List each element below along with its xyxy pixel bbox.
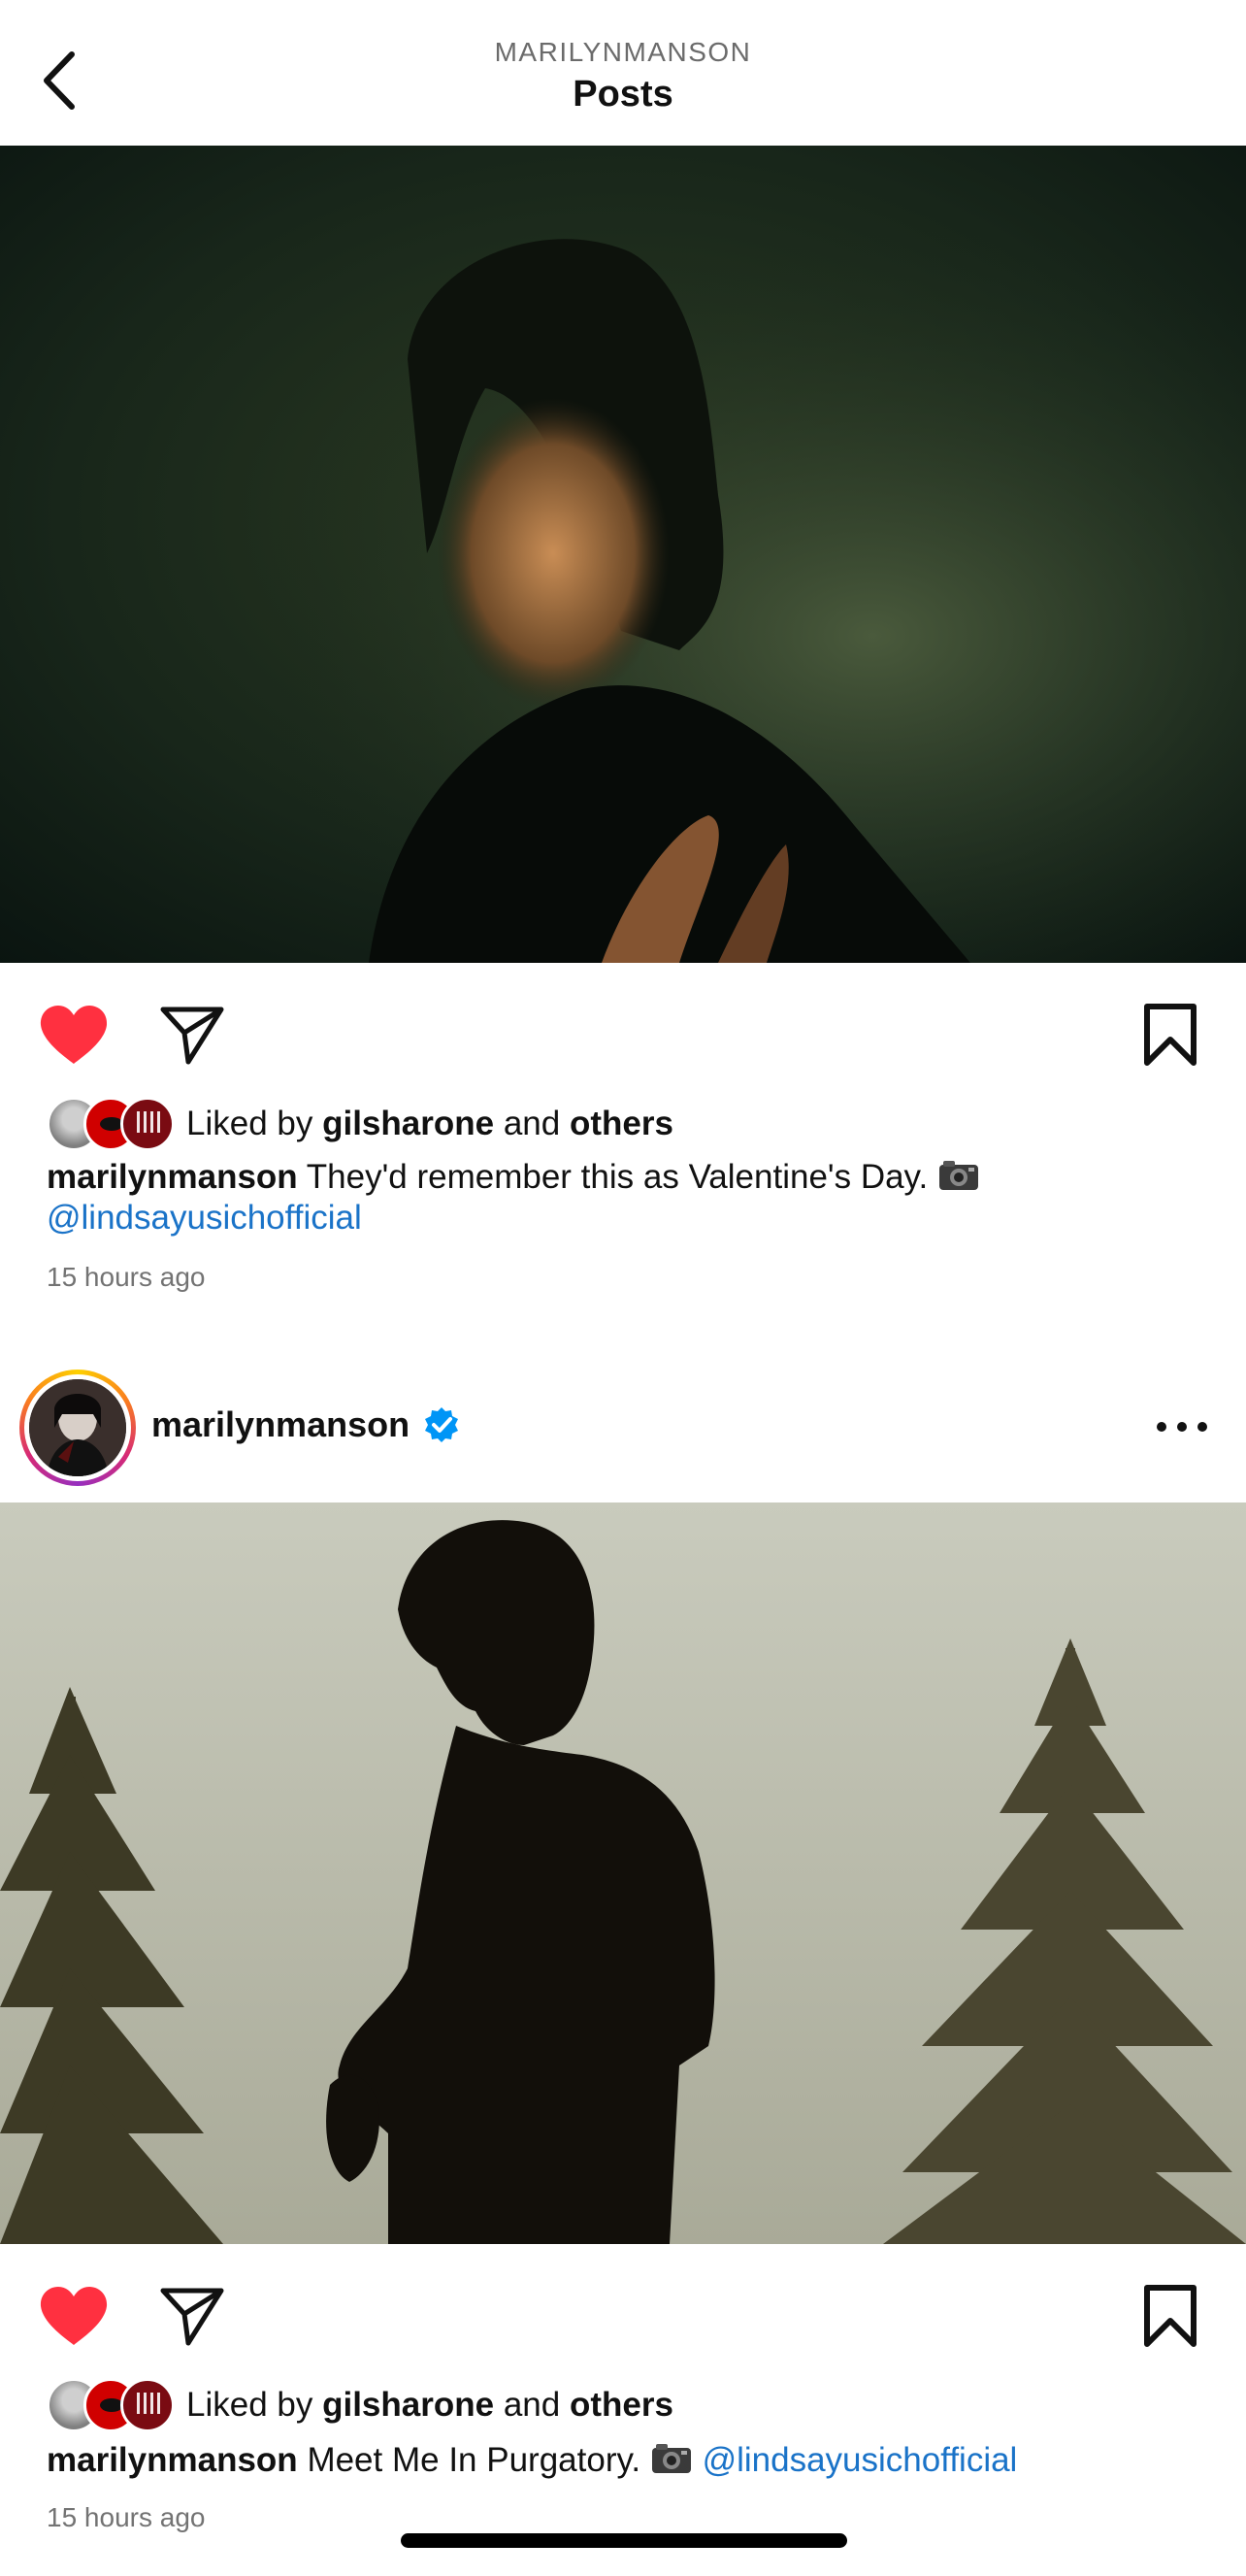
post-image-1[interactable]	[0, 146, 1246, 963]
liked-by-row[interactable]: Liked by gilsharone and others	[47, 2378, 673, 2432]
home-indicator[interactable]	[401, 2533, 847, 2548]
post-image-2[interactable]	[0, 1503, 1246, 2244]
more-horizontal-icon	[1157, 1422, 1207, 1432]
liked-by-row[interactable]: Liked by gilsharone and others	[47, 1097, 673, 1151]
caption-mention-link[interactable]: @lindsayusichofficial	[47, 1199, 362, 1237]
paper-plane-icon	[160, 2288, 224, 2346]
liked-by-and: and	[503, 1105, 561, 1142]
verified-badge-icon	[423, 1406, 460, 1443]
post-caption-2: marilynmanson Meet Me In Purgatory. @lin…	[47, 2440, 1201, 2481]
page-title: Posts	[573, 74, 673, 115]
top-nav-bar: MARILYNMANSON Posts	[0, 0, 1246, 146]
caption-username-link[interactable]: marilynmanson	[47, 2441, 298, 2479]
author-avatar-story-ring[interactable]	[19, 1370, 136, 1486]
post-header-2: marilynmanson	[0, 1364, 1246, 1490]
camera-emoji-icon	[651, 2444, 691, 2473]
heart-icon	[40, 1006, 108, 1064]
bookmark-icon	[1144, 1004, 1197, 1066]
author-username[interactable]: marilynmanson	[151, 1404, 410, 1445]
post-timestamp: 15 hours ago	[47, 2502, 206, 2532]
liker-avatars	[47, 1097, 180, 1151]
more-options-button[interactable]	[1145, 1403, 1219, 1451]
avatar	[29, 1379, 126, 1476]
avatar	[120, 2378, 175, 2432]
caption-text: They'd remember this as Valentine's Day.	[306, 1158, 929, 1196]
heart-icon	[40, 2287, 108, 2345]
liked-by-others-link[interactable]: others	[570, 1105, 673, 1143]
profile-username-label: MARILYNMANSON	[494, 37, 752, 67]
caption-mention-link[interactable]: @lindsayusichofficial	[703, 2441, 1018, 2479]
liked-by-user-link[interactable]: gilsharone	[322, 2386, 494, 2425]
liked-by-user-link[interactable]: gilsharone	[322, 1105, 494, 1143]
post-actions-2	[0, 2262, 1246, 2368]
bookmark-icon	[1144, 2285, 1197, 2347]
liked-by-label: Liked by	[186, 2386, 313, 2424]
liked-by-label: Liked by	[186, 1105, 313, 1142]
like-button[interactable]	[37, 2279, 111, 2353]
share-button[interactable]	[155, 2279, 229, 2353]
caption-text: Meet Me In Purgatory.	[307, 2441, 641, 2479]
save-button[interactable]	[1133, 998, 1207, 1072]
post-author-name[interactable]: marilynmanson	[151, 1404, 460, 1445]
like-button[interactable]	[37, 998, 111, 1072]
paper-plane-icon	[160, 1007, 224, 1065]
post-timestamp: 15 hours ago	[47, 1262, 206, 1292]
camera-emoji-icon	[938, 1161, 978, 1190]
post-actions-1	[0, 980, 1246, 1087]
liker-avatars	[47, 2378, 180, 2432]
liked-by-others-link[interactable]: others	[570, 2386, 673, 2425]
save-button[interactable]	[1133, 2279, 1207, 2353]
post-caption-1: marilynmanson They'd remember this as Va…	[47, 1157, 1201, 1238]
liked-by-and: and	[503, 2386, 561, 2424]
share-button[interactable]	[155, 998, 229, 1072]
caption-username-link[interactable]: marilynmanson	[47, 1158, 298, 1196]
avatar	[120, 1097, 175, 1151]
